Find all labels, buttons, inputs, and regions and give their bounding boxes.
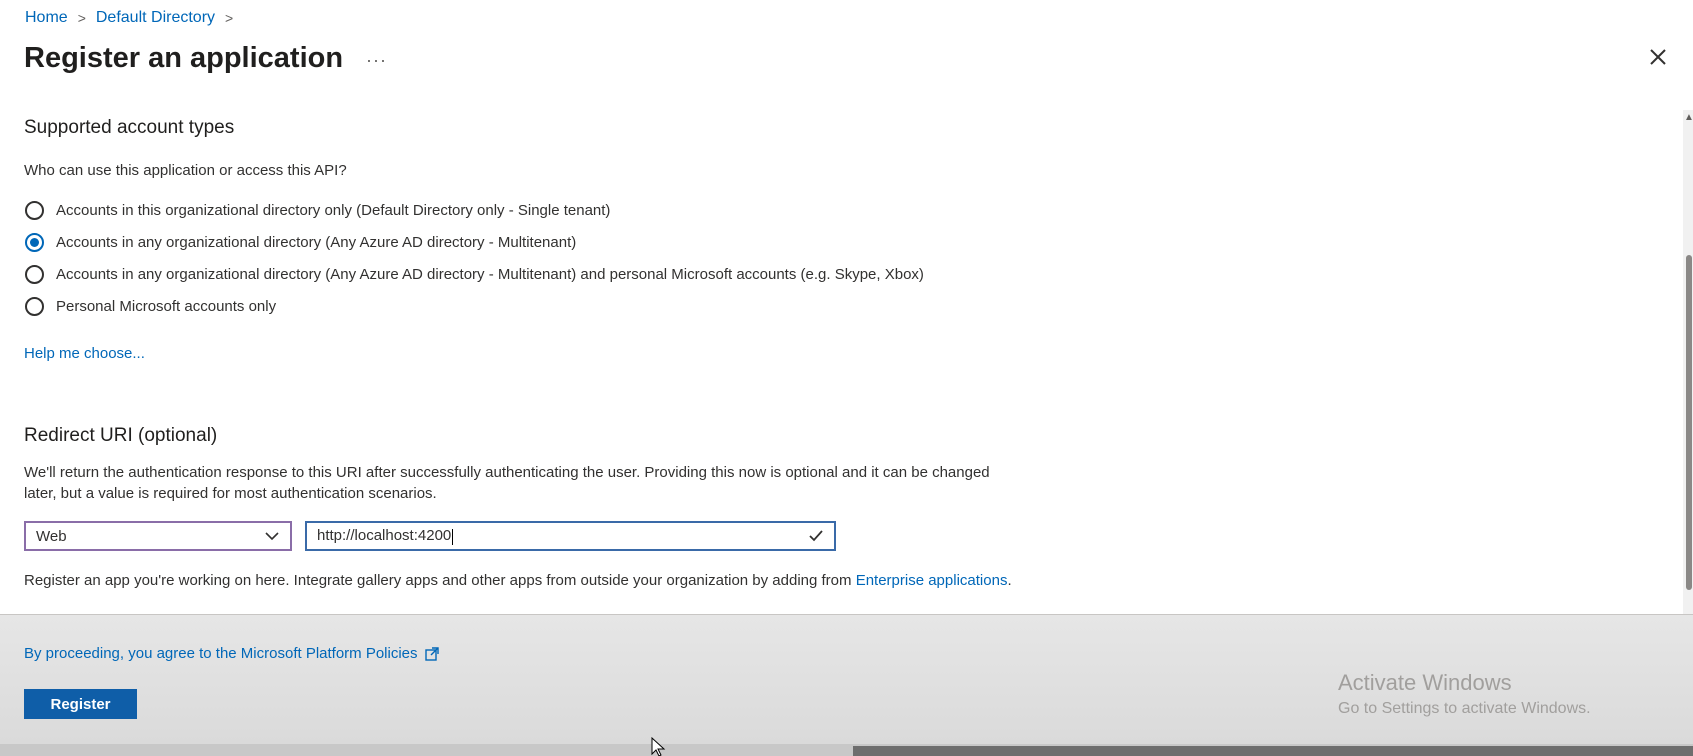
scroll-up-arrow-icon[interactable]: ▲ [1684, 112, 1693, 123]
redirect-uri-description: We'll return the authentication response… [24, 464, 990, 502]
chevron-down-icon [265, 532, 279, 541]
account-type-option-multitenant-personal[interactable]: Accounts in any organizational directory… [25, 258, 924, 290]
checkmark-icon [809, 530, 823, 542]
breadcrumb-separator: > [77, 10, 86, 26]
breadcrumb-default-directory[interactable]: Default Directory [96, 9, 215, 27]
activate-windows-title: Activate Windows [1338, 670, 1512, 695]
more-options-icon[interactable]: ··· [366, 50, 387, 71]
register-app-page: Home > Default Directory > Register an a… [0, 0, 1693, 756]
close-icon[interactable] [1647, 46, 1669, 68]
account-type-option-single-tenant[interactable]: Accounts in this organizational director… [25, 194, 924, 226]
radio-label: Personal Microsoft accounts only [56, 297, 277, 315]
platform-policies-label: By proceeding, you agree to the Microsof… [24, 645, 418, 662]
radio-label: Accounts in this organizational director… [56, 201, 611, 219]
account-type-option-personal-only[interactable]: Personal Microsoft accounts only [25, 290, 924, 322]
account-types-header: Supported account types [24, 117, 235, 138]
account-type-option-multitenant[interactable]: Accounts in any organizational directory… [25, 226, 924, 258]
platform-policies-link[interactable]: By proceeding, you agree to the Microsof… [24, 645, 440, 662]
horizontal-scrollbar-thumb[interactable] [853, 746, 1693, 756]
help-me-choose-link[interactable]: Help me choose... [24, 345, 145, 362]
account-type-radio-group: Accounts in this organizational director… [25, 194, 924, 322]
radio-label: Accounts in any organizational directory… [56, 233, 577, 251]
platform-select-value: Web [36, 527, 67, 545]
radio-label: Accounts in any organizational directory… [56, 265, 924, 283]
redirect-uri-input[interactable]: http://localhost:4200 [305, 521, 836, 551]
activate-windows-subtitle: Go to Settings to activate Windows. [1338, 700, 1591, 717]
register-button[interactable]: Register [24, 689, 137, 719]
breadcrumb-home[interactable]: Home [25, 9, 68, 27]
account-types-question: Who can use this application or access t… [24, 162, 347, 179]
radio-button-selected[interactable] [25, 232, 44, 252]
vertical-scrollbar-thumb[interactable] [1686, 255, 1692, 590]
radio-button[interactable] [25, 264, 44, 284]
radio-button[interactable] [25, 296, 44, 316]
redirect-uri-header: Redirect URI (optional) [24, 425, 218, 446]
redirect-uri-value: http://localhost:4200 [317, 527, 452, 545]
register-note-text: Register an app you're working on here. … [24, 572, 856, 589]
enterprise-applications-link[interactable]: Enterprise applications [856, 572, 1008, 589]
breadcrumb-separator: > [225, 10, 234, 26]
mouse-cursor-icon [651, 737, 666, 756]
text-caret [452, 528, 454, 545]
register-note-suffix: . [1007, 572, 1012, 589]
page-title: Register an application [24, 42, 344, 74]
radio-button[interactable] [25, 200, 44, 220]
platform-select[interactable]: Web [24, 521, 292, 551]
breadcrumb: Home > Default Directory > [25, 9, 233, 27]
external-link-icon [424, 646, 439, 661]
register-note: Register an app you're working on here. … [24, 572, 1012, 589]
